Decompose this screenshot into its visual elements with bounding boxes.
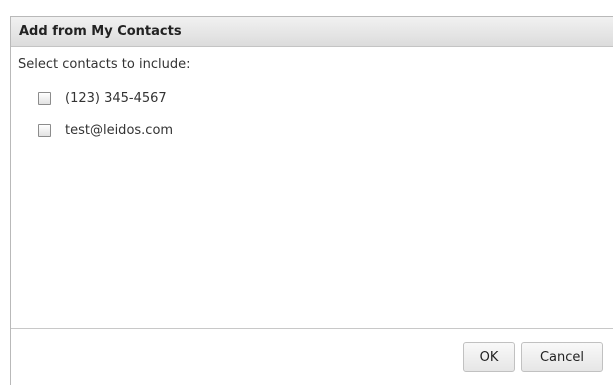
contact-option-email[interactable]: test@leidos.com	[38, 121, 173, 139]
cancel-button[interactable]: Cancel	[521, 342, 603, 372]
contact-checkbox[interactable]	[38, 123, 51, 137]
contact-label: test@leidos.com	[65, 122, 174, 138]
dialog-footer: OK Cancel	[11, 328, 613, 387]
contact-label: (123) 345-4567	[65, 90, 167, 106]
add-contacts-dialog: Add from My Contacts Select contacts to …	[10, 16, 613, 387]
instructions-text: Select contacts to include:	[18, 57, 191, 72]
contact-checkbox[interactable]	[38, 91, 51, 105]
ok-button[interactable]: OK	[463, 342, 515, 372]
dialog-titlebar[interactable]: Add from My Contacts	[11, 17, 613, 47]
dialog-title: Add from My Contacts	[19, 24, 182, 39]
contact-option-phone[interactable]: (123) 345-4567	[38, 89, 167, 107]
